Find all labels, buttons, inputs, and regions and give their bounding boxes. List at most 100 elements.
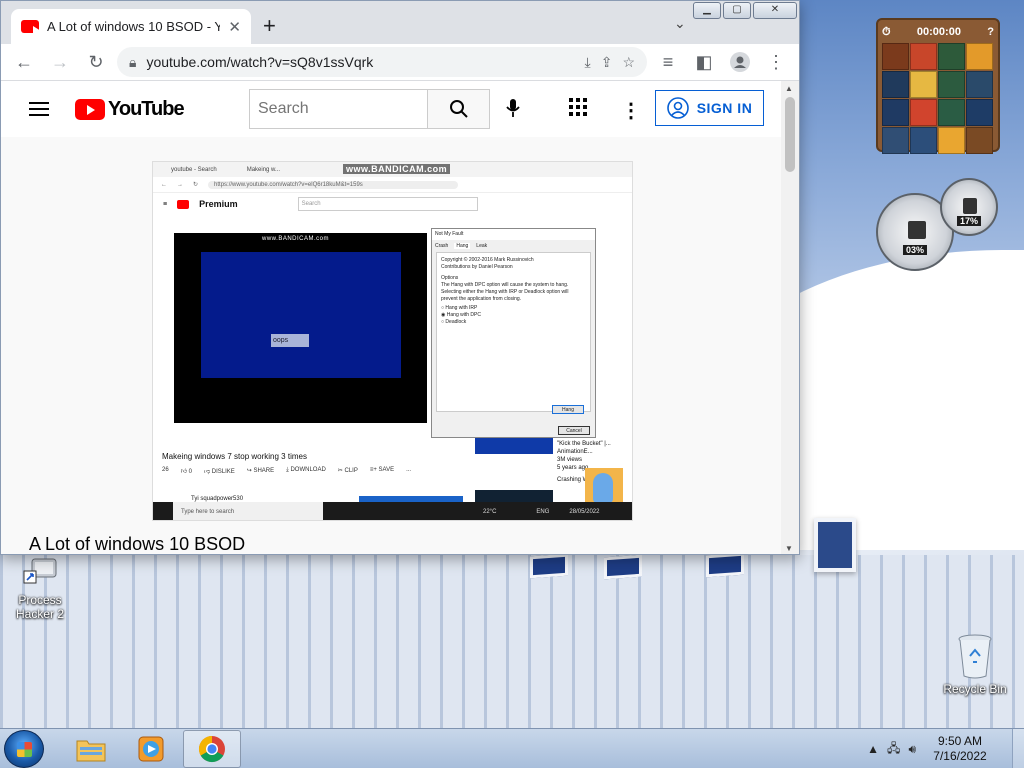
bookmark-star-icon[interactable]: ☆ [622, 54, 635, 71]
puzzle-tile[interactable] [910, 71, 937, 98]
search-icon [449, 100, 468, 118]
video-inner-actions: 26 👍︎ 0 👎︎ DISLIKE ↪ SHARE ⤓ DOWNLOAD ✂ … [162, 467, 412, 475]
scrollbar-thumb[interactable] [785, 97, 795, 172]
tab-youtube[interactable]: A Lot of windows 10 BSOD - You ✕ [11, 9, 251, 44]
puzzle-tile[interactable] [882, 71, 909, 98]
taskbar-explorer[interactable] [62, 730, 120, 768]
browser-toolbar: ← → ↻ 🔒︎ youtube.com/watch?v=sQ8v1ssVqrk… [1, 44, 799, 81]
puzzle-tile[interactable] [966, 99, 993, 126]
minimize-button[interactable]: ▁ [693, 2, 721, 19]
puzzle-tile[interactable] [882, 43, 909, 70]
memory-meter-gadget[interactable]: 17% [940, 178, 998, 236]
share-icon[interactable]: ⇪ [601, 54, 613, 71]
video-inner-youtube-header: ≡ Premium Search [153, 193, 632, 216]
video-inner-tab: Makeing w... [246, 166, 281, 173]
lock-icon[interactable]: 🔒︎ [129, 54, 136, 71]
volume-icon[interactable]: 🔊︎ [908, 742, 916, 757]
puzzle-grid[interactable] [882, 43, 994, 154]
taskbar-chrome[interactable] [183, 730, 241, 768]
guide-menu-icon[interactable] [29, 102, 49, 116]
desktop-icon-recycle-bin[interactable]: Recycle Bin [935, 632, 1015, 696]
puzzle-tile[interactable] [910, 43, 937, 70]
puzzle-tile[interactable] [966, 71, 993, 98]
start-button[interactable] [4, 730, 44, 768]
video-inner-player: www.BANDICAM.com oops [174, 233, 427, 423]
windows-taskbar: ▲ 🖧︎ 🔊︎ 9:50 AM 7/16/2022 [0, 728, 1024, 768]
video-inner-url: https://www.youtube.com/watch?v=elQ6r18k… [208, 180, 459, 189]
tab-title: A Lot of windows 10 BSOD - You [47, 19, 221, 34]
folder-icon [76, 740, 106, 762]
dialog-title: Not My Fault [432, 229, 595, 240]
install-app-icon[interactable]: ⤓ [585, 54, 591, 71]
memory-meter-value: 17% [956, 216, 982, 226]
media-queue-icon[interactable]: ≡ [653, 47, 683, 77]
taskbar-time: 9:50 AM [937, 734, 983, 748]
maximize-button[interactable]: ▢ [723, 2, 751, 19]
youtube-apps-button[interactable] [569, 98, 587, 121]
profile-avatar-icon[interactable] [725, 47, 755, 77]
desktop-icon-process-hacker[interactable]: Process Hacker 2 [0, 555, 80, 621]
taskbar-clock[interactable]: 9:50 AM 7/16/2022 [924, 734, 996, 764]
video-inner-dialog: Not My Fault Crash Hang Leak Copyright ©… [431, 228, 596, 438]
puzzle-tile[interactable] [882, 99, 909, 126]
new-tab-button[interactable]: + [263, 13, 276, 39]
youtube-logo[interactable]: YouTube [75, 98, 185, 121]
network-icon[interactable]: 🖧︎ [887, 739, 900, 760]
video-player[interactable]: youtube - Search Makeing w... www.BANDIC… [152, 161, 633, 521]
close-window-button[interactable]: ✕ [753, 2, 797, 19]
puzzle-tile[interactable] [966, 127, 993, 154]
sign-in-button[interactable]: SIGN IN [655, 90, 764, 126]
puzzle-tile[interactable] [966, 43, 993, 70]
video-inner-thumbnail [475, 438, 553, 454]
close-tab-icon[interactable]: ✕ [228, 18, 241, 36]
reload-icon[interactable]: ↻ [81, 47, 111, 77]
wallpaper-window [604, 554, 642, 580]
video-inner-addressbar: ← → ↻ https://www.youtube.com/watch?v=elQ6… [153, 177, 632, 193]
forward-arrow-icon[interactable]: → [45, 47, 75, 77]
microphone-icon [506, 99, 520, 117]
chrome-menu-icon[interactable]: ⋮ [761, 47, 791, 77]
youtube-search-input[interactable] [249, 89, 427, 129]
wallpaper-frame [814, 518, 856, 572]
voice-search-button[interactable] [506, 98, 520, 123]
chrome-icon [198, 735, 225, 763]
desktop-icon-label: Recycle Bin [943, 682, 1007, 696]
puzzle-tile[interactable] [938, 99, 965, 126]
back-arrow-icon[interactable]: ← [9, 47, 39, 77]
desktop-icon-label: Process Hacker 2 [15, 593, 65, 621]
puzzle-help-icon[interactable]: ? [987, 26, 994, 38]
page-scrollbar[interactable]: ▲ ▼ [781, 81, 799, 554]
youtube-search-button[interactable] [427, 89, 490, 129]
scroll-down-arrow-icon[interactable]: ▼ [785, 544, 793, 553]
window-controls: ▁ ▢ ✕ [693, 2, 797, 19]
puzzle-tile[interactable] [938, 71, 965, 98]
puzzle-tile[interactable] [882, 127, 909, 154]
tab-search-chevron-icon[interactable]: ⌄ [674, 15, 686, 32]
scroll-up-arrow-icon[interactable]: ▲ [785, 84, 793, 93]
youtube-header: YouTube ⋮ SIGN IN [1, 81, 799, 137]
puzzle-tile[interactable] [938, 127, 965, 154]
tab-strip: A Lot of windows 10 BSOD - You ✕ + ⌄ ▁ ▢… [1, 1, 799, 44]
puzzle-tile[interactable] [938, 43, 965, 70]
video-inner-caption: Makeing windows 7 stop working 3 times [162, 452, 307, 461]
address-url[interactable]: youtube.com/watch?v=sQ8v1ssVqrk [146, 54, 574, 70]
show-hidden-icons-icon[interactable]: ▲ [867, 742, 879, 756]
side-panel-icon[interactable]: ◧ [689, 47, 719, 77]
video-inner-oops: oops [271, 334, 309, 347]
puzzle-clock-icon: ⏱ [882, 25, 891, 38]
video-inner-premium: Premium [199, 199, 238, 209]
taskbar-media-player[interactable] [122, 730, 180, 768]
address-bar[interactable]: 🔒︎ youtube.com/watch?v=sQ8v1ssVqrk ⤓ ⇪ ☆ [117, 47, 647, 77]
system-tray: ▲ 🖧︎ 🔊︎ 9:50 AM 7/16/2022 [867, 729, 1024, 768]
puzzle-tile[interactable] [910, 127, 937, 154]
puzzle-tile[interactable] [910, 99, 937, 126]
picture-puzzle-gadget[interactable]: ⏱ 00:00:00 ? [876, 18, 1000, 154]
dialog-cancel-button: Cancel [558, 426, 590, 435]
youtube-play-logo-icon [75, 98, 105, 120]
show-desktop-button[interactable] [1012, 729, 1024, 768]
chrome-window[interactable]: A Lot of windows 10 BSOD - You ✕ + ⌄ ▁ ▢… [0, 0, 800, 555]
video-inner-tab: youtube - Search [171, 166, 217, 173]
settings-dots-icon[interactable]: ⋮ [621, 98, 641, 123]
process-hacker-icon [22, 555, 58, 591]
memory-chip-icon [963, 198, 977, 214]
